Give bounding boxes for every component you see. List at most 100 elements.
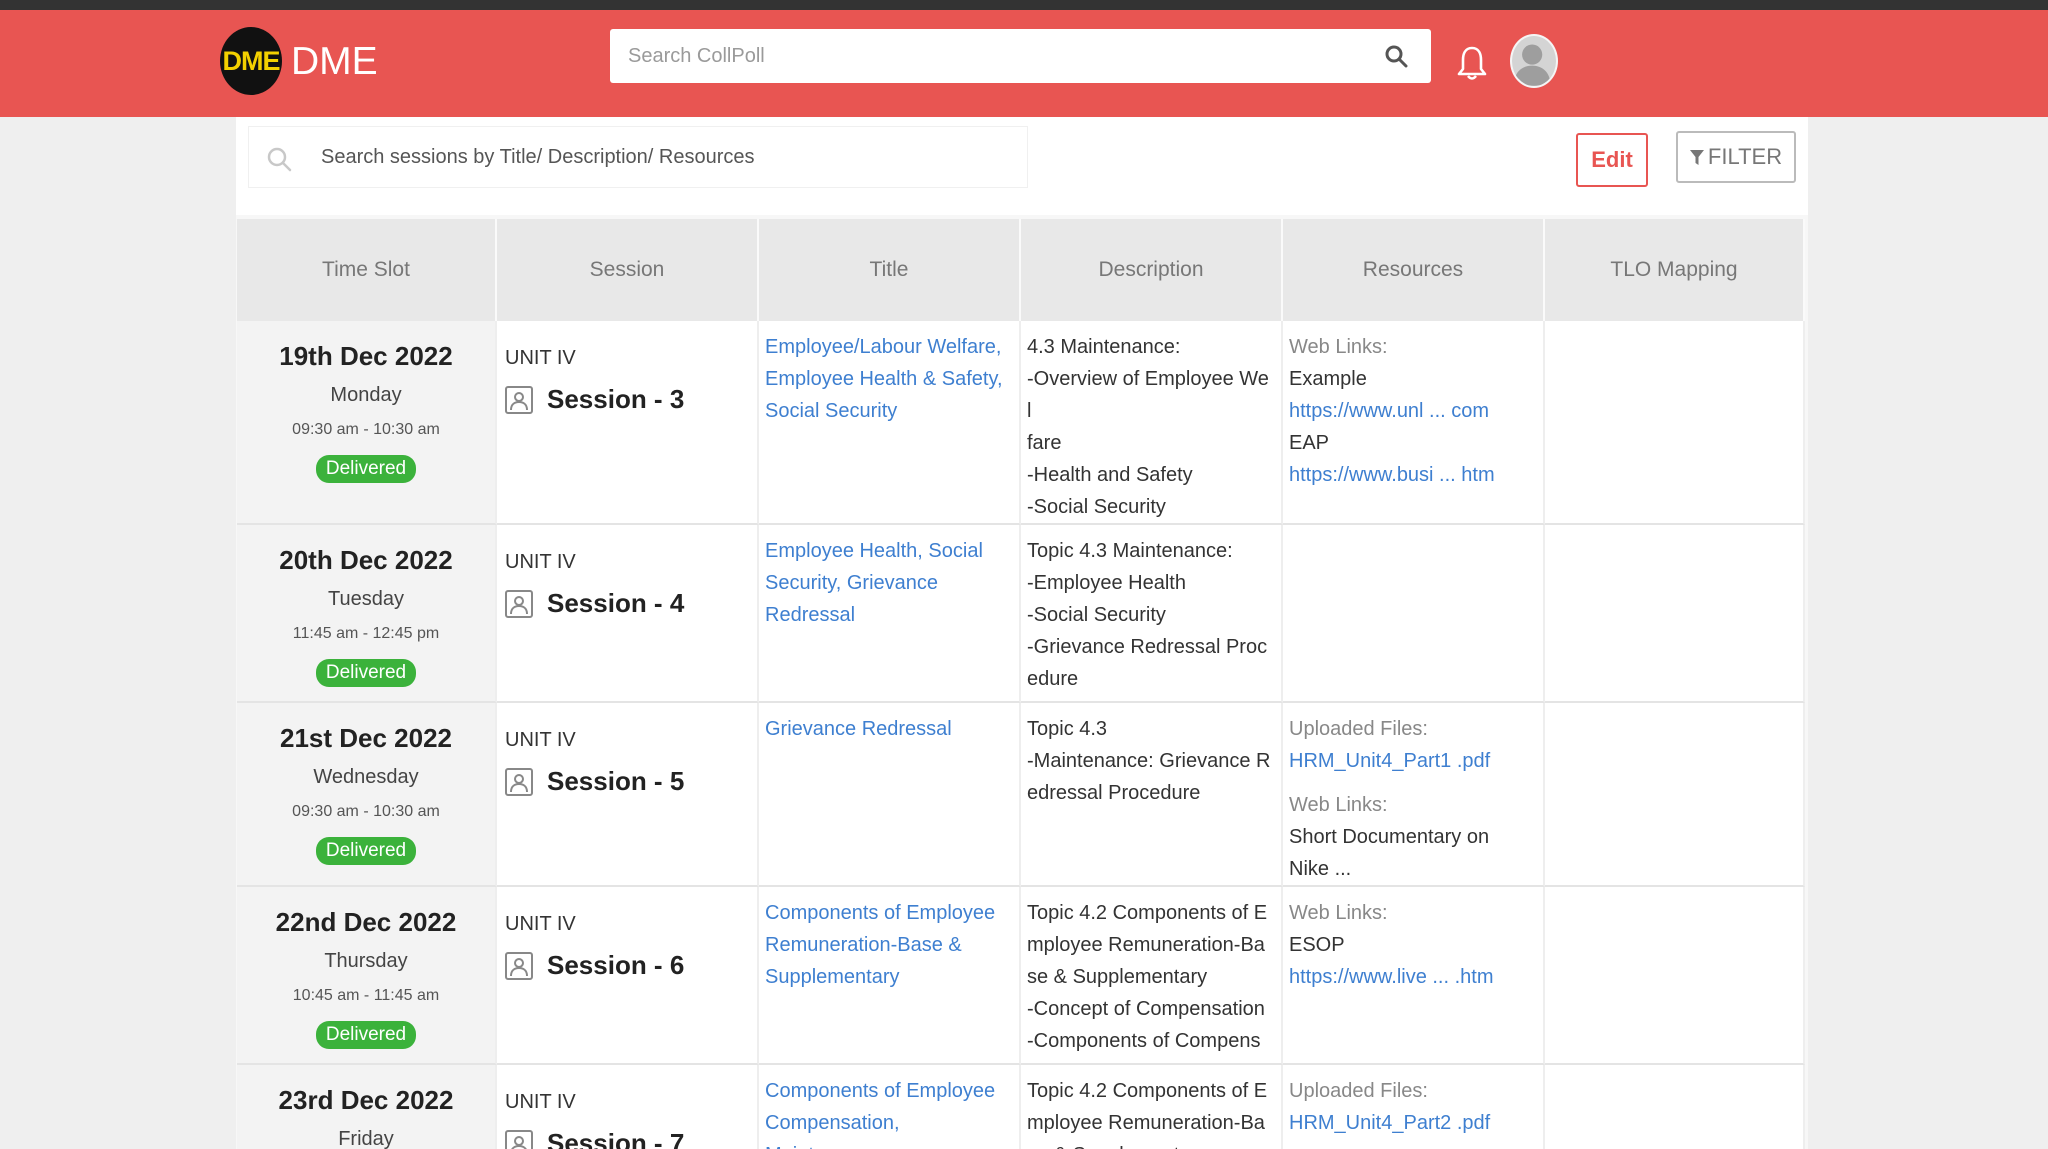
resource-text: Example <box>1289 368 1367 390</box>
time-slot-cell: 23rd Dec 2022 Friday 11:45 am - 12:45 pm <box>237 1065 497 1149</box>
top-navbar: DME DME <box>0 10 2048 117</box>
global-search-input[interactable] <box>628 29 1368 83</box>
resource-link[interactable]: HRM_Unit4_Part2 .pdf <box>1289 1107 1535 1139</box>
table-header-row: Time Slot Session Title Description Reso… <box>237 219 1805 321</box>
column-header[interactable]: TLO Mapping <box>1545 219 1805 321</box>
column-header[interactable]: Time Slot <box>237 219 497 321</box>
session-person-icon <box>505 385 533 414</box>
session-person-icon <box>505 589 533 618</box>
session-title-line[interactable]: Supplementary <box>765 961 1011 993</box>
session-cell: UNIT IV Session - 7 <box>497 1065 759 1149</box>
description-line: -Maintenance: Grievance R <box>1027 750 1271 772</box>
description-line: -Social Security <box>1027 604 1166 626</box>
session-person-icon <box>505 951 533 980</box>
filter-button[interactable]: FILTER <box>1676 131 1796 183</box>
resource-text: Short Documentary on <box>1289 826 1490 848</box>
unit-label: UNIT IV <box>505 729 576 751</box>
tlo-mapping-cell <box>1545 703 1805 887</box>
session-date: 21st Dec 2022 <box>279 723 453 753</box>
app-name[interactable]: DME <box>291 40 378 84</box>
resource-heading: Web Links: <box>1289 336 1388 358</box>
resource-link[interactable]: https://www.busi ... htm <box>1289 459 1535 491</box>
unit-label: UNIT IV <box>505 913 576 935</box>
session-person-icon <box>505 767 533 796</box>
resource-link[interactable]: https://www.unl ... com <box>1289 395 1535 427</box>
description-line: -Components of Compens <box>1027 1030 1261 1052</box>
search-icon[interactable] <box>1383 43 1409 69</box>
session-title-line[interactable]: Employee Health, Social <box>765 535 1011 567</box>
session-label[interactable]: Session - 5 <box>547 766 684 797</box>
session-title-line[interactable]: Components of Employee <box>765 897 1011 929</box>
app-logo-badge[interactable]: DME <box>220 27 282 95</box>
session-title-line[interactable]: Redressal <box>765 599 1011 631</box>
description-line: -Overview of Employee Wel <box>1027 368 1269 422</box>
description-line: -Social Security <box>1027 496 1166 518</box>
session-day: Tuesday <box>328 588 404 610</box>
session-time: 10:45 am - 11:45 am <box>292 987 440 1004</box>
time-slot-cell: 20th Dec 2022 Tuesday 11:45 am - 12:45 p… <box>237 525 497 703</box>
column-header[interactable]: Title <box>759 219 1021 321</box>
description-line: -Grievance Redressal Proc <box>1027 636 1268 658</box>
description-line: -Concept of Compensation <box>1027 998 1265 1020</box>
description-line: Topic 4.2 Components of E <box>1027 902 1268 924</box>
session-day: Friday <box>338 1128 394 1149</box>
window-top-strip <box>0 0 2048 10</box>
description-cell: Topic 4.3 -Maintenance: Grievance R edress… <box>1021 703 1283 887</box>
session-label[interactable]: Session - 4 <box>547 588 684 619</box>
time-slot-cell: 22nd Dec 2022 Thursday 10:45 am - 11:45 … <box>237 887 497 1065</box>
column-header[interactable]: Description <box>1021 219 1283 321</box>
session-date: 19th Dec 2022 <box>279 341 453 371</box>
session-date: 23rd Dec 2022 <box>278 1085 454 1115</box>
resources-cell: Uploaded Files: HRM_Unit4_Part2 .pdf <box>1283 1065 1545 1149</box>
session-label[interactable]: Session - 6 <box>547 950 684 981</box>
session-title-line[interactable]: Employee/Labour Welfare, <box>765 331 1011 363</box>
table-row: 23rd Dec 2022 Friday 11:45 am - 12:45 pm… <box>237 1065 1805 1149</box>
session-title-line[interactable]: Grievance Redressal <box>765 713 1011 745</box>
resources-cell: Uploaded Files: HRM_Unit4_Part1 .pdf Web L… <box>1283 703 1545 887</box>
filter-label: FILTER <box>1707 144 1783 169</box>
session-title-line[interactable]: Remuneration-Base & <box>765 929 1011 961</box>
title-cell: Employee/Labour Welfare, Employee Health … <box>759 321 1021 525</box>
resource-link[interactable]: HRM_Unit4_Part1 .pdf <box>1289 745 1535 777</box>
description-line: -Employee Health <box>1027 572 1186 594</box>
session-label[interactable]: Session - 3 <box>547 384 684 415</box>
resource-link[interactable]: https://www.live ... .htm <box>1289 961 1535 993</box>
description-line: edressal Procedure <box>1027 782 1201 804</box>
resources-cell <box>1283 525 1545 703</box>
session-cell: UNIT IV Session - 3 <box>497 321 759 525</box>
user-silhouette-icon <box>1513 44 1551 86</box>
description-line: Topic 4.3 Maintenance: <box>1027 540 1233 562</box>
time-slot-cell: 21st Dec 2022 Wednesday 09:30 am - 10:30… <box>237 703 497 887</box>
session-title-line[interactable]: Maintenance <box>765 1139 1011 1149</box>
edit-button[interactable]: Edit <box>1576 133 1648 187</box>
session-day: Wednesday <box>313 766 419 788</box>
resources-cell: Web Links: Example https://www.unl ... com… <box>1283 321 1545 525</box>
session-search-input[interactable] <box>321 127 1011 187</box>
session-title-line[interactable]: Compensation, <box>765 1107 1011 1139</box>
title-cell: Grievance Redressal <box>759 703 1021 887</box>
session-time: 11:45 am - 12:45 pm <box>292 625 440 642</box>
column-header[interactable]: Session <box>497 219 759 321</box>
description-cell: Topic 4.2 Components of E mployee Remuner… <box>1021 887 1283 1065</box>
session-time: 09:30 am - 10:30 am <box>292 803 440 820</box>
tlo-mapping-cell <box>1545 1065 1805 1149</box>
session-label[interactable]: Session - 7 <box>547 1128 684 1149</box>
session-cell: UNIT IV Session - 5 <box>497 703 759 887</box>
user-avatar[interactable] <box>1510 34 1558 88</box>
description-line: fare <box>1027 432 1062 454</box>
session-title-line[interactable]: Components of Employee <box>765 1075 1011 1107</box>
description-line: Topic 4.3 <box>1027 718 1108 740</box>
description-line: Topic 4.2 Components of E <box>1027 1080 1268 1102</box>
description-cell: 4.3 Maintenance: -Overview of Employee We… <box>1021 321 1283 525</box>
notification-bell-icon[interactable] <box>1456 44 1488 82</box>
column-header[interactable]: Resources <box>1283 219 1545 321</box>
session-time: 09:30 am - 10:30 am <box>292 421 440 438</box>
session-title-line[interactable]: Social Security <box>765 395 1011 427</box>
table-row: 20th Dec 2022 Tuesday 11:45 am - 12:45 p… <box>237 525 1805 703</box>
session-search-box <box>248 126 1028 188</box>
session-title-line[interactable]: Security, Grievance <box>765 567 1011 599</box>
tlo-mapping-cell <box>1545 321 1805 525</box>
resource-heading: Uploaded Files: <box>1289 1080 1428 1102</box>
session-title-line[interactable]: Employee Health & Safety, <box>765 363 1011 395</box>
session-cell: UNIT IV Session - 4 <box>497 525 759 703</box>
